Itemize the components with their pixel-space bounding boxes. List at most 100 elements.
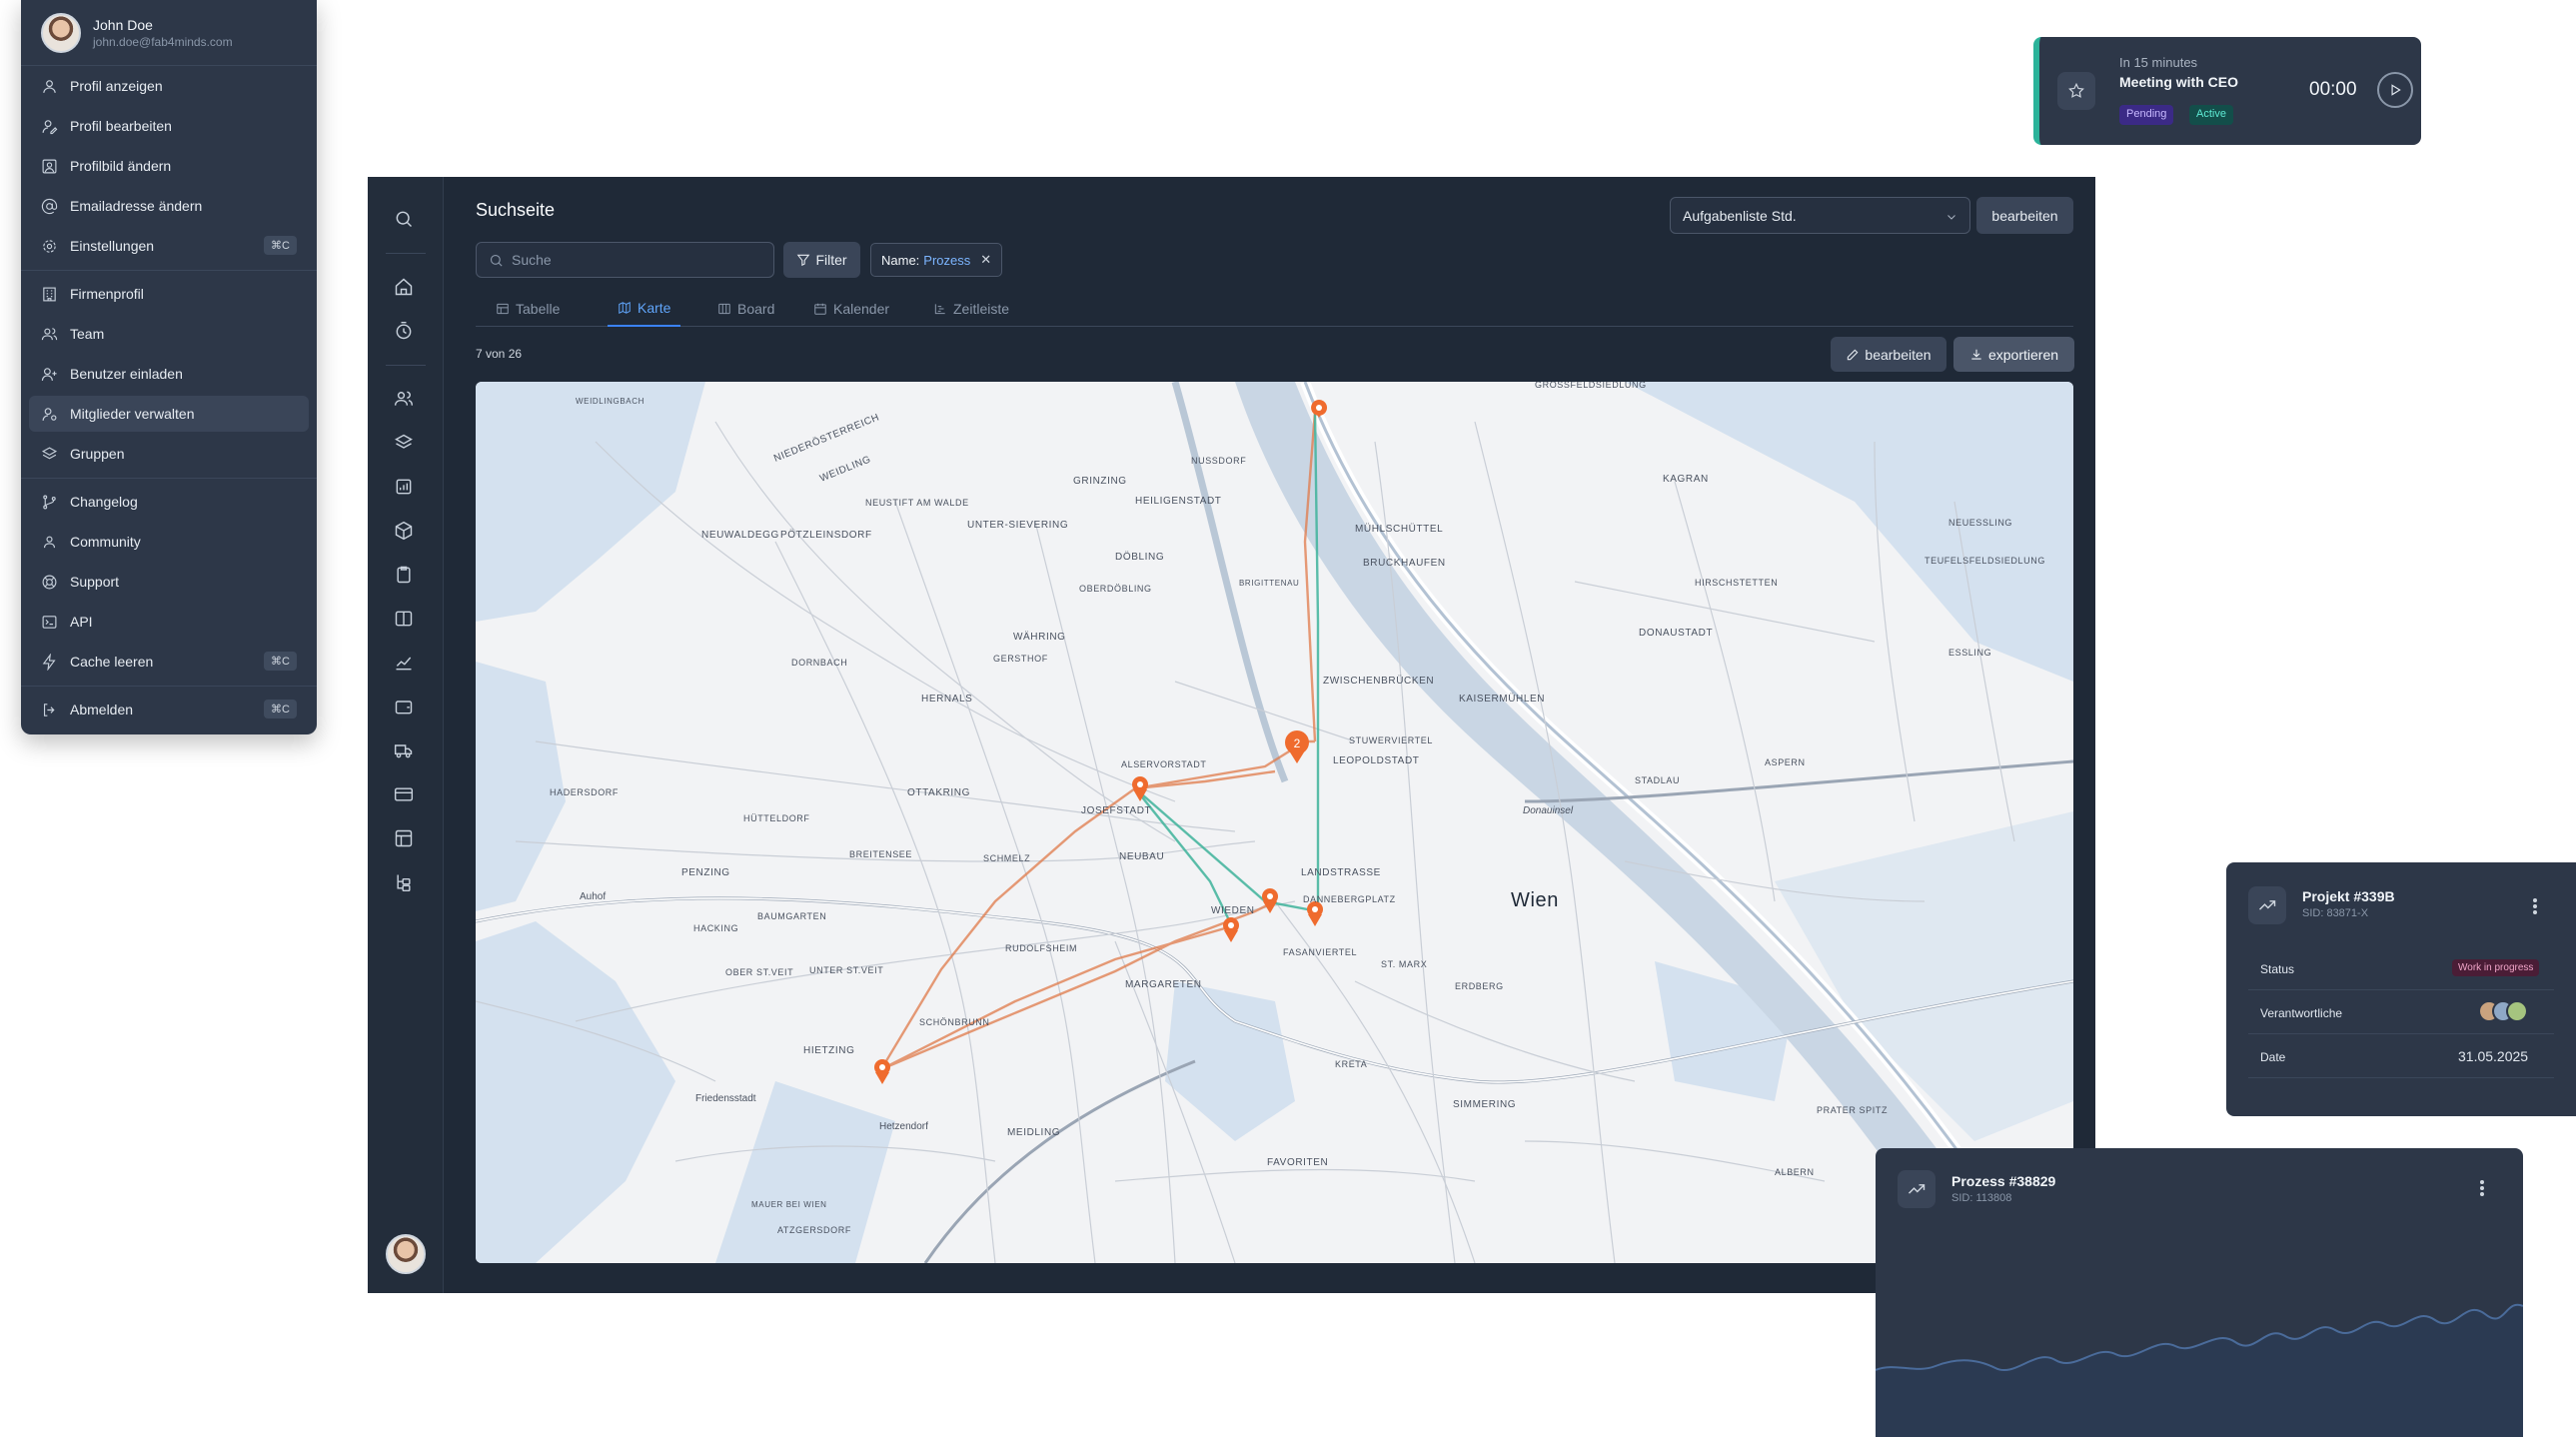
report-icon[interactable] <box>394 477 418 501</box>
columns-icon[interactable] <box>394 609 418 633</box>
svg-text:SCHÖNBRUNN: SCHÖNBRUNN <box>919 1017 990 1027</box>
svg-text:FASANVIERTEL: FASANVIERTEL <box>1283 947 1357 957</box>
menu-item-firmenprofil[interactable]: Firmenprofil <box>29 276 309 312</box>
user-edit-icon <box>42 119 58 134</box>
star-icon[interactable] <box>2057 72 2095 110</box>
hierarchy-icon[interactable] <box>394 872 418 896</box>
list-select[interactable]: Aufgabenliste Std. <box>1670 197 1970 234</box>
users-icon[interactable] <box>394 389 418 413</box>
svg-text:OBERDÖBLING: OBERDÖBLING <box>1079 584 1152 594</box>
export-button[interactable]: exportieren <box>1953 337 2074 372</box>
svg-text:HIRSCHSTETTEN: HIRSCHSTETTEN <box>1695 578 1778 588</box>
search-icon[interactable] <box>394 209 418 233</box>
avatar[interactable] <box>386 1234 426 1274</box>
svg-text:SCHMELZ: SCHMELZ <box>983 853 1030 863</box>
menu-item-emailadresse-aendern[interactable]: Emailadresse ändern <box>29 188 309 224</box>
menu-item-abmelden[interactable]: Abmelden ⌘C <box>29 692 309 727</box>
search-input[interactable]: Suche <box>476 242 774 278</box>
edit-button[interactable]: bearbeiten <box>1831 337 1946 372</box>
svg-text:NEUWALDEGG: NEUWALDEGG <box>701 530 779 541</box>
svg-text:NEUBAU: NEUBAU <box>1119 851 1164 862</box>
timeline-icon <box>934 304 945 315</box>
wallet-icon[interactable] <box>394 697 418 720</box>
trend-icon <box>2248 886 2286 924</box>
menu-item-community[interactable]: Community <box>29 524 309 560</box>
svg-text:Auhof: Auhof <box>580 891 606 902</box>
layers-icon[interactable] <box>394 433 418 457</box>
map-marker[interactable] <box>1262 888 1278 913</box>
play-button[interactable] <box>2377 72 2413 108</box>
svg-text:JOSEFSTADT: JOSEFSTADT <box>1081 805 1151 816</box>
shortcut-badge: ⌘C <box>264 700 297 718</box>
svg-text:MAUER BEI WIEN: MAUER BEI WIEN <box>751 1200 827 1209</box>
chart-icon[interactable] <box>394 653 418 677</box>
menu-item-profilbild-aendern[interactable]: Profilbild ändern <box>29 148 309 184</box>
menu-item-einstellungen[interactable]: Einstellungen ⌘C <box>29 228 309 264</box>
route-orange <box>879 411 1317 1071</box>
tab-tabelle[interactable]: Tabelle <box>496 291 560 327</box>
project-card[interactable]: Projekt #339B SID: 83871-X Status Work i… <box>2226 862 2576 1116</box>
map-marker[interactable] <box>874 1059 890 1084</box>
svg-text:HACKING: HACKING <box>693 923 738 933</box>
notification-title: Meeting with CEO <box>2119 74 2238 90</box>
menu-item-api[interactable]: API <box>29 604 309 640</box>
page-title: Suchseite <box>476 200 556 220</box>
truck-icon[interactable] <box>394 740 418 764</box>
svg-text:MÜHLSCHÜTTEL: MÜHLSCHÜTTEL <box>1355 523 1443 535</box>
svg-text:ESSLING: ESSLING <box>1948 648 1991 658</box>
svg-text:HÜTTELDORF: HÜTTELDORF <box>743 813 810 823</box>
map-view[interactable]: 2 Wien NIEDERÖSTERREICH WEIDLINGBACH WEI… <box>476 382 2073 1263</box>
chevron-down-icon <box>1947 215 1955 220</box>
svg-text:Wien: Wien <box>1511 889 1559 911</box>
svg-text:GROSSFELDSIEDLUNG: GROSSFELDSIEDLUNG <box>1535 382 1647 390</box>
menu-item-support[interactable]: Support <box>29 564 309 600</box>
tab-zeitleiste[interactable]: Zeitleiste <box>933 291 1009 327</box>
more-icon[interactable] <box>2532 896 2538 916</box>
meeting-notification-card[interactable]: In 15 minutes Meeting with CEO Pending A… <box>2033 37 2421 145</box>
svg-text:HEILIGENSTADT: HEILIGENSTADT <box>1135 496 1222 507</box>
map-marker[interactable] <box>1223 917 1239 942</box>
menu-item-changelog[interactable]: Changelog <box>29 484 309 520</box>
edit-icon <box>1848 349 1859 360</box>
shortcut-badge: ⌘C <box>264 236 297 255</box>
close-icon[interactable]: ✕ <box>980 252 991 268</box>
menu-item-profil-anzeigen[interactable]: Profil anzeigen <box>29 68 309 104</box>
edit-list-button[interactable]: bearbeiten <box>1976 197 2073 234</box>
svg-text:GERSTHOF: GERSTHOF <box>993 654 1048 664</box>
logout-icon <box>43 703 55 717</box>
view-tabs: Tabelle Karte Board Kalender Zeitleiste <box>476 291 2073 327</box>
menu-item-gruppen[interactable]: Gruppen <box>29 436 309 472</box>
svg-text:LEOPOLDSTADT: LEOPOLDSTADT <box>1333 755 1419 766</box>
map-marker[interactable] <box>1307 901 1323 926</box>
timer-icon[interactable] <box>394 321 418 345</box>
project-title: Projekt #339B <box>2302 888 2395 904</box>
tab-kalender[interactable]: Kalender <box>813 291 889 327</box>
menu-item-profil-bearbeiten[interactable]: Profil bearbeiten <box>29 108 309 144</box>
user-email: john.doe@fab4minds.com <box>93 34 233 49</box>
terminal-icon <box>42 615 57 629</box>
filter-chip[interactable]: Name: Prozess ✕ <box>870 243 1003 277</box>
map-cluster-marker[interactable]: 2 <box>1285 730 1309 763</box>
home-icon[interactable] <box>394 277 418 301</box>
svg-text:ZWISCHENBRÜCKEN: ZWISCHENBRÜCKEN <box>1323 675 1434 687</box>
svg-text:BRUCKHAUFEN: BRUCKHAUFEN <box>1363 558 1446 569</box>
menu-item-team[interactable]: Team <box>29 316 309 352</box>
card-icon[interactable] <box>394 784 418 808</box>
menu-item-cache-leeren[interactable]: Cache leeren ⌘C <box>29 644 309 680</box>
tab-board[interactable]: Board <box>717 291 774 327</box>
profile-menu-header: John Doe john.doe@fab4minds.com <box>21 0 317 66</box>
clipboard-icon[interactable] <box>394 565 418 589</box>
svg-text:DONAUSTADT: DONAUSTADT <box>1639 628 1713 639</box>
menu-item-mitglieder-verwalten[interactable]: Mitglieder verwalten <box>29 396 309 432</box>
menu-item-benutzer-einladen[interactable]: Benutzer einladen <box>29 356 309 392</box>
svg-text:BREITENSEE: BREITENSEE <box>849 849 912 859</box>
svg-text:Donauinsel: Donauinsel <box>1523 805 1574 816</box>
layout-icon[interactable] <box>394 828 418 852</box>
building-icon <box>43 287 56 301</box>
box-icon[interactable] <box>394 521 418 545</box>
date-value: 31.05.2025 <box>2458 1048 2529 1064</box>
process-card[interactable]: Prozess #38829 SID: 113808 <box>1876 1148 2523 1437</box>
filter-button[interactable]: Filter <box>783 242 860 278</box>
svg-text:ALSERVORSTADT: ALSERVORSTADT <box>1121 759 1207 769</box>
tab-karte[interactable]: Karte <box>608 291 681 327</box>
